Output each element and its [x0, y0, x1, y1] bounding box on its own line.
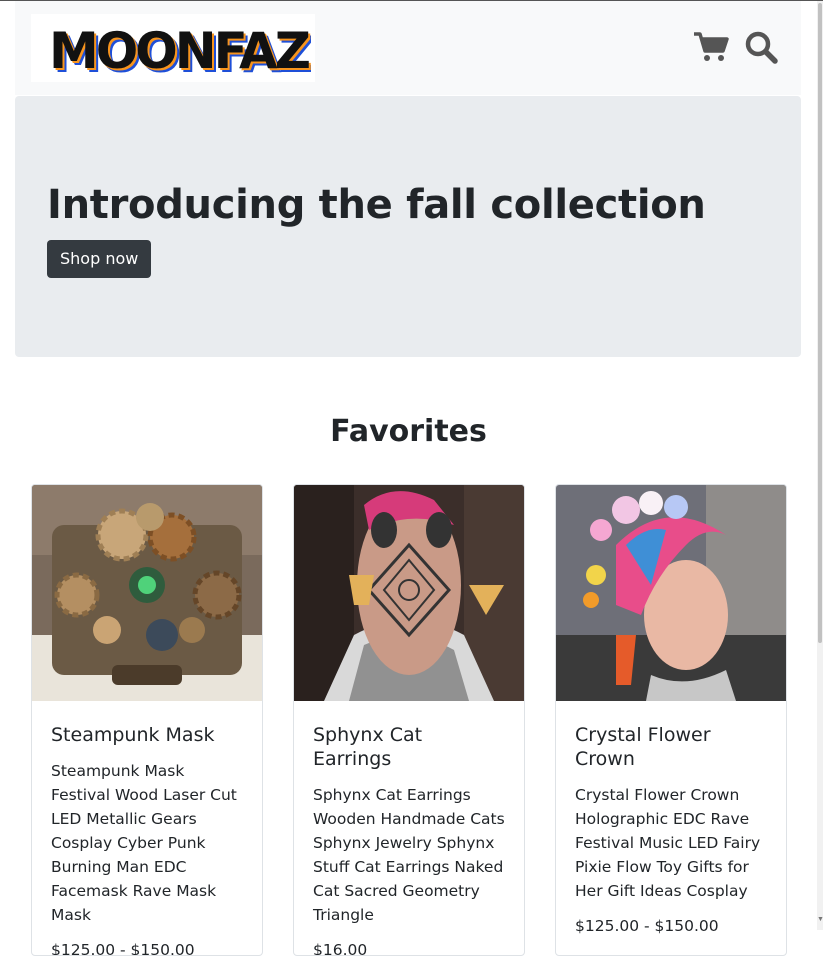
product-image-steampunk-mask[interactable]	[32, 485, 262, 701]
site-header: MOONFAZED MOONFAZED MOONFAZED	[15, 1, 801, 95]
product-title[interactable]: Steampunk Mask	[51, 723, 243, 747]
scrollbar-thumb[interactable]	[818, 3, 822, 643]
scrollbar[interactable]: ▼	[817, 1, 823, 930]
product-price: $125.00 - $150.00	[575, 917, 719, 935]
product-description: Crystal Flower Crown Holographic EDC Rav…	[575, 786, 761, 900]
product-description: Steampunk Mask Festival Wood Laser Cut L…	[51, 762, 237, 924]
logo-image: MOONFAZED MOONFAZED MOONFAZED	[49, 26, 311, 74]
product-image-crystal-flower-crown[interactable]	[556, 485, 786, 701]
product-card-steampunk-mask[interactable]: Steampunk Mask Steampunk Mask Festival W…	[31, 484, 263, 956]
product-card-sphynx-cat-earrings[interactable]: Sphynx Cat Earrings Sphynx Cat Earrings …	[293, 484, 525, 956]
scroll-down-arrow-icon[interactable]: ▼	[817, 916, 823, 924]
product-description: Sphynx Cat Earrings Wooden Handmade Cats…	[313, 786, 505, 924]
product-price: $16.00	[313, 941, 368, 956]
brand-logo[interactable]: MOONFAZED MOONFAZED MOONFAZED	[31, 14, 315, 82]
product-title[interactable]: Sphynx Cat Earrings	[313, 723, 505, 771]
cart-icon[interactable]	[693, 27, 729, 67]
product-image-sphynx-cat-earrings[interactable]	[294, 485, 524, 701]
favorites-title: Favorites	[330, 414, 487, 449]
product-title[interactable]: Crystal Flower Crown	[575, 723, 767, 771]
product-price: $125.00 - $150.00	[51, 941, 195, 956]
hero-headline: Introducing the fall collection	[47, 182, 706, 228]
product-card-crystal-flower-crown[interactable]: Crystal Flower Crown Crystal Flower Crow…	[555, 484, 787, 956]
svg-text:MOONFAZED: MOONFAZED	[49, 26, 311, 74]
search-icon[interactable]	[743, 27, 779, 67]
shop-now-button[interactable]: Shop now	[47, 240, 152, 278]
hero-banner: Introducing the fall collection Shop now	[15, 96, 801, 357]
